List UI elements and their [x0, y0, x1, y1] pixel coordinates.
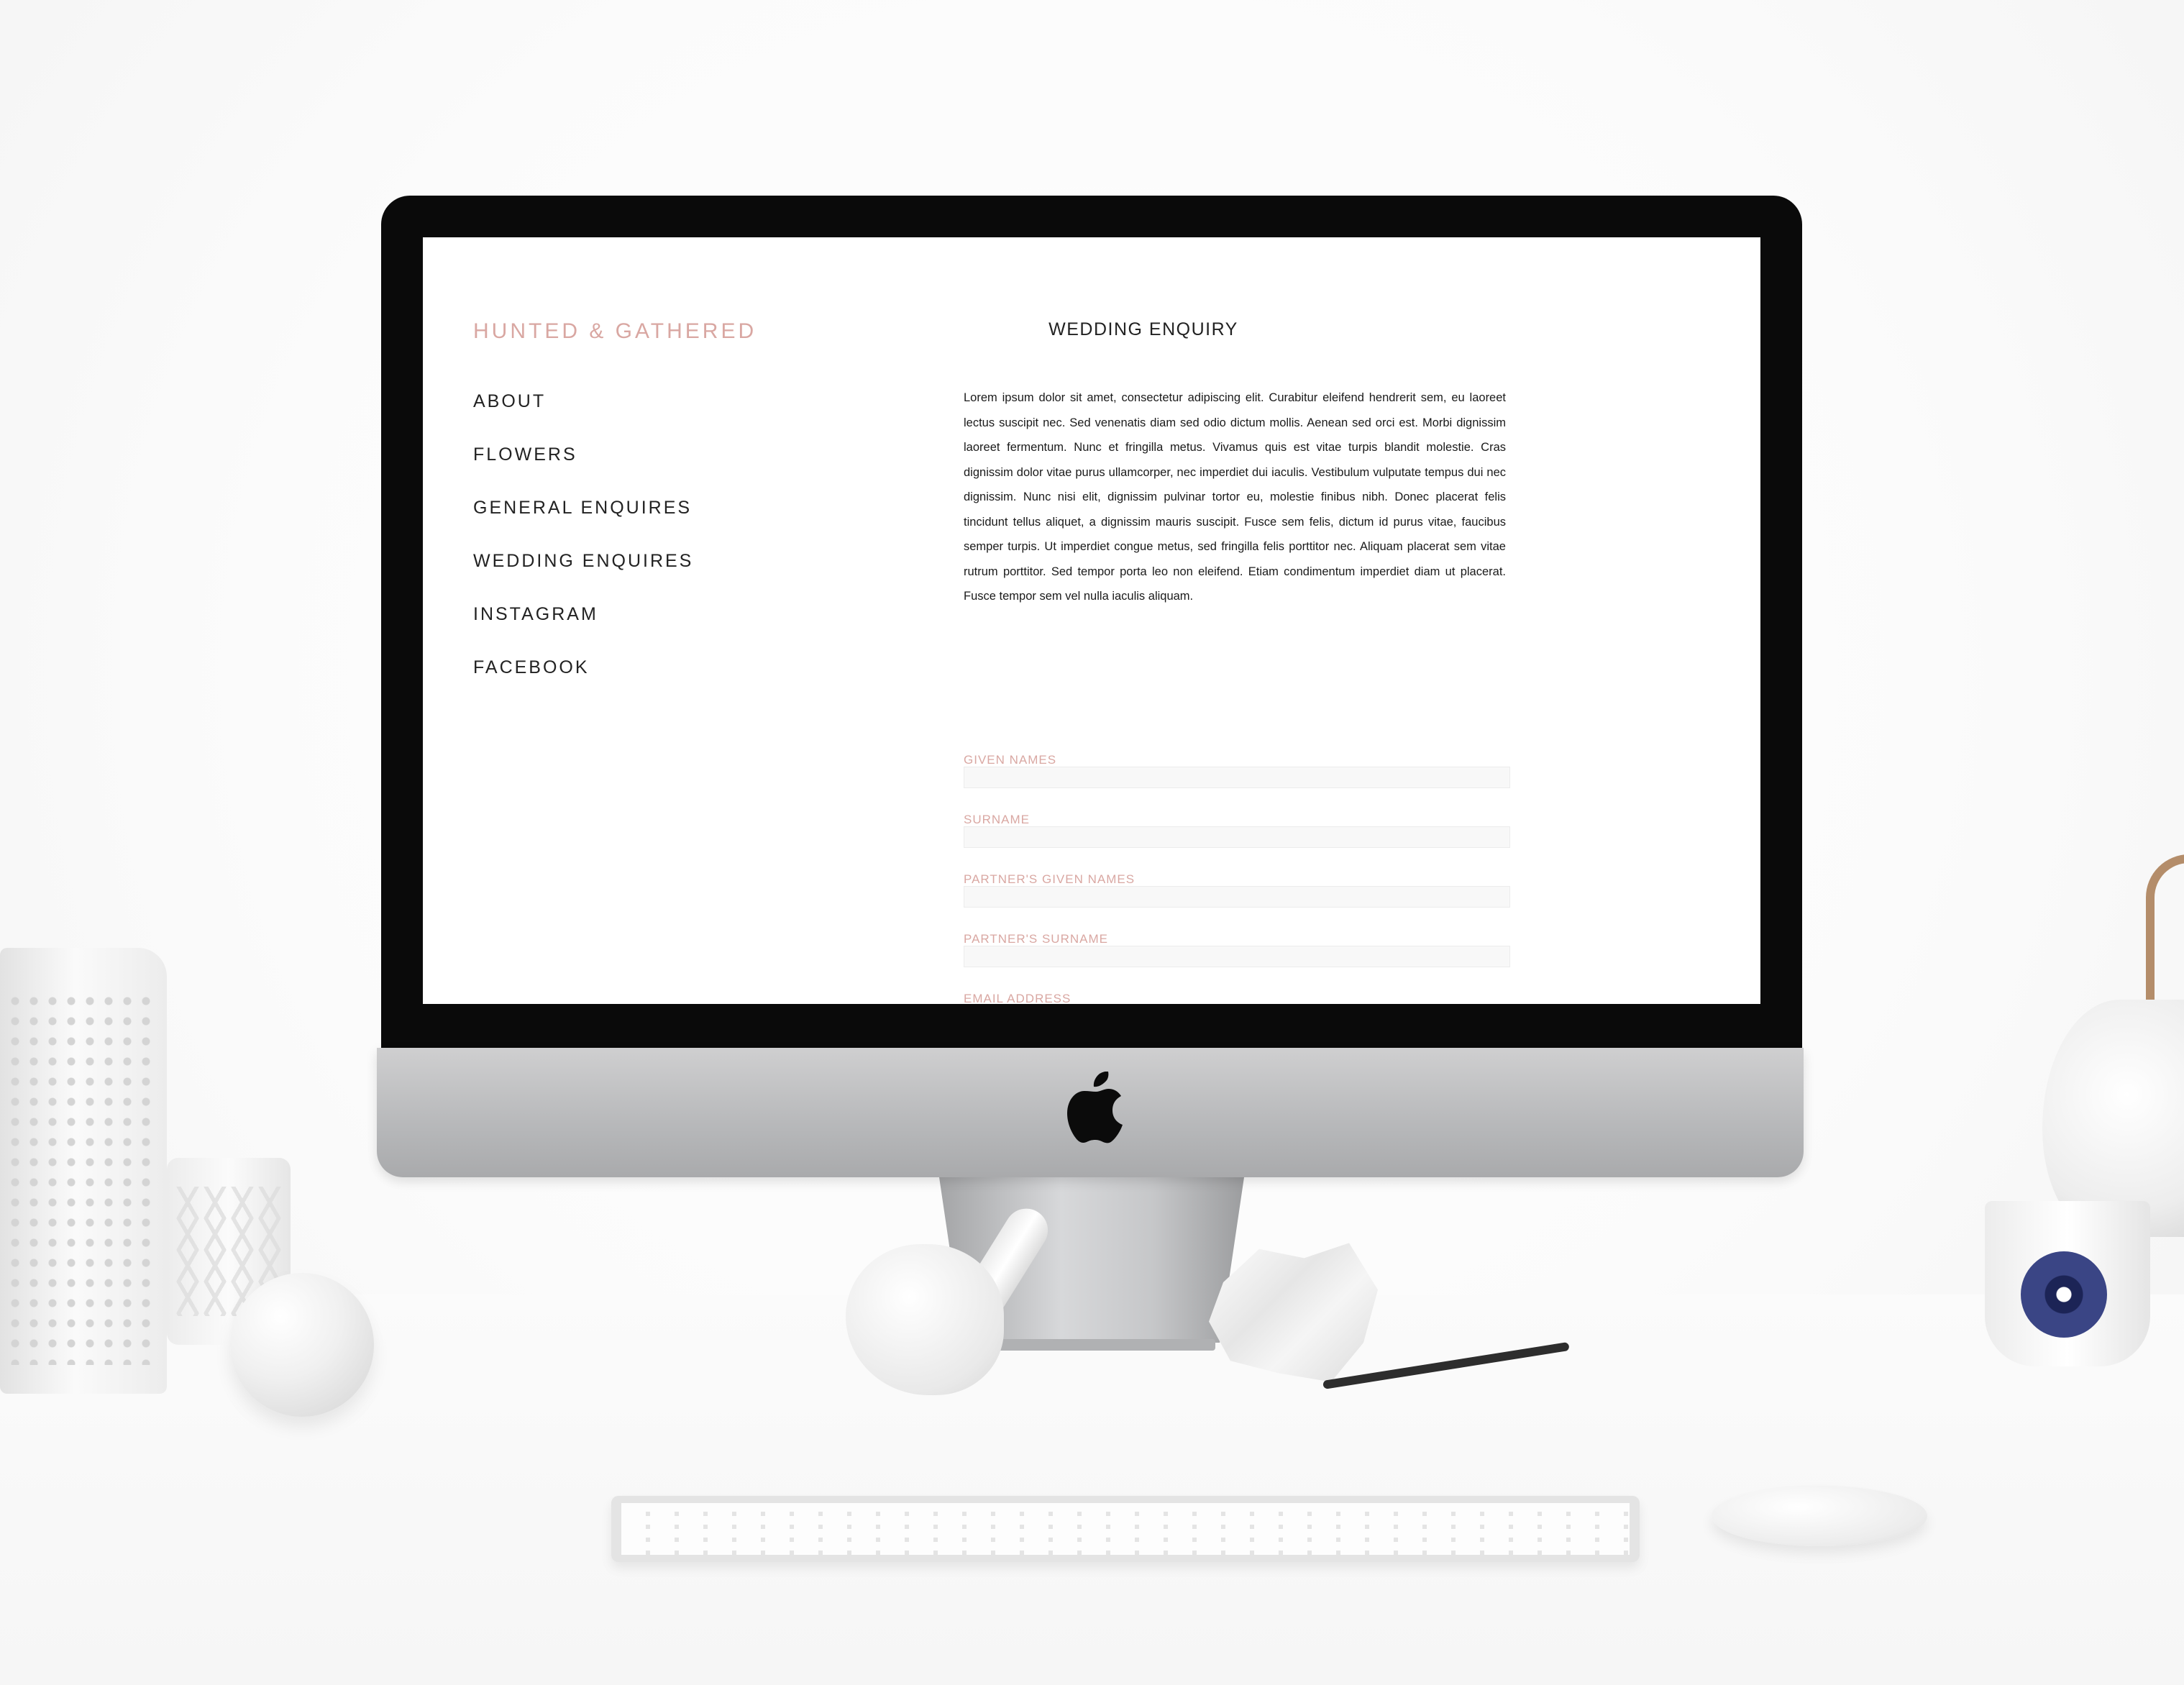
site-logo[interactable]: HUNTED & GATHERED [473, 319, 757, 344]
partner-given-names-input[interactable] [964, 886, 1510, 908]
partner-given-names-label: PARTNER'S GIVEN NAMES [964, 872, 1136, 886]
imac-chin [377, 1048, 1804, 1177]
nav-item-flowers[interactable]: FLOWERS [473, 444, 693, 498]
intro-paragraph: Lorem ipsum dolor sit amet, consectetur … [964, 391, 1506, 603]
partner-surname-input[interactable] [964, 946, 1510, 967]
partner-surname-field-group: PARTNER'S SURNAME [964, 933, 1510, 992]
email-field-group: EMAIL ADDRESS [964, 992, 1510, 1005]
page-title: WEDDING ENQUIRY [1048, 319, 1238, 339]
given-names-field-group: GIVEN NAMES [964, 754, 1510, 813]
imac: HUNTED & GATHERED ABOUT FLOWERS GENERAL … [0, 0, 2184, 1685]
nav-item-wedding-enquires[interactable]: WEDDING ENQUIRES [473, 551, 693, 604]
nav-item-about[interactable]: ABOUT [473, 391, 693, 444]
nav-item-facebook[interactable]: FACEBOOK [473, 657, 693, 711]
mouse[interactable] [1712, 1486, 1927, 1546]
imac-stand-base [978, 1339, 1215, 1351]
partner-given-names-field-group: PARTNER'S GIVEN NAMES [964, 873, 1510, 933]
main-navigation: ABOUT FLOWERS GENERAL ENQUIRES WEDDING E… [473, 391, 693, 711]
surname-label: SURNAME [964, 813, 1031, 826]
surname-input[interactable] [964, 826, 1510, 848]
partner-surname-label: PARTNER'S SURNAME [964, 932, 1108, 946]
nav-item-instagram[interactable]: INSTAGRAM [473, 604, 693, 657]
nav-item-general-enquires[interactable]: GENERAL ENQUIRES [473, 498, 693, 551]
desk-scene: HUNTED & GATHERED ABOUT FLOWERS GENERAL … [0, 0, 2184, 1685]
wedding-enquiry-form: GIVEN NAMES SURNAME PARTNER'S GIVEN NAME… [964, 754, 1510, 1004]
apple-logo-icon [1067, 1072, 1123, 1143]
given-names-label: GIVEN NAMES [964, 753, 1057, 767]
keyboard-keys [621, 1503, 1630, 1555]
given-names-input[interactable] [964, 767, 1510, 788]
email-label: EMAIL ADDRESS [964, 992, 1072, 1005]
surname-field-group: SURNAME [964, 813, 1510, 873]
keyboard[interactable] [611, 1496, 1640, 1562]
imac-screen: HUNTED & GATHERED ABOUT FLOWERS GENERAL … [423, 237, 1760, 1004]
